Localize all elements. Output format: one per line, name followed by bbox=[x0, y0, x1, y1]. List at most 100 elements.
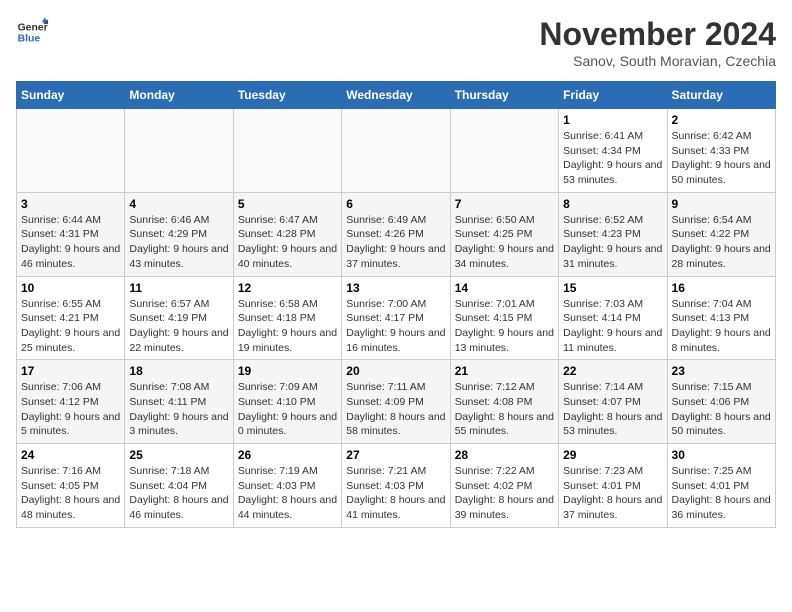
svg-text:General: General bbox=[18, 22, 48, 33]
day-header-sunday: Sunday bbox=[17, 82, 125, 109]
day-detail: Sunrise: 6:46 AMSunset: 4:29 PMDaylight:… bbox=[129, 213, 228, 272]
day-number: 27 bbox=[346, 448, 445, 462]
calendar-cell: 6 Sunrise: 6:49 AMSunset: 4:26 PMDaylight… bbox=[342, 192, 450, 276]
day-number: 15 bbox=[563, 281, 662, 295]
day-detail: Sunrise: 6:41 AMSunset: 4:34 PMDaylight:… bbox=[563, 129, 662, 188]
subtitle: Sanov, South Moravian, Czechia bbox=[539, 53, 776, 69]
day-number: 11 bbox=[129, 281, 228, 295]
day-detail: Sunrise: 6:57 AMSunset: 4:19 PMDaylight:… bbox=[129, 297, 228, 356]
day-detail: Sunrise: 7:15 AMSunset: 4:06 PMDaylight:… bbox=[672, 380, 771, 439]
calendar-cell: 5 Sunrise: 6:47 AMSunset: 4:28 PMDaylight… bbox=[233, 192, 341, 276]
logo: General Blue bbox=[16, 16, 48, 48]
day-number: 19 bbox=[238, 364, 337, 378]
page-header: General Blue November 2024 Sanov, South … bbox=[16, 16, 776, 69]
title-area: November 2024 Sanov, South Moravian, Cze… bbox=[539, 16, 776, 69]
day-number: 18 bbox=[129, 364, 228, 378]
day-number: 13 bbox=[346, 281, 445, 295]
day-detail: Sunrise: 7:25 AMSunset: 4:01 PMDaylight:… bbox=[672, 464, 771, 523]
day-number: 20 bbox=[346, 364, 445, 378]
day-number: 30 bbox=[672, 448, 771, 462]
month-title: November 2024 bbox=[539, 16, 776, 53]
day-number: 21 bbox=[455, 364, 554, 378]
calendar-week-5: 24 Sunrise: 7:16 AMSunset: 4:05 PMDayligh… bbox=[17, 444, 776, 528]
day-detail: Sunrise: 7:23 AMSunset: 4:01 PMDaylight:… bbox=[563, 464, 662, 523]
day-detail: Sunrise: 6:52 AMSunset: 4:23 PMDaylight:… bbox=[563, 213, 662, 272]
day-number: 3 bbox=[21, 197, 120, 211]
day-detail: Sunrise: 7:18 AMSunset: 4:04 PMDaylight:… bbox=[129, 464, 228, 523]
day-number: 25 bbox=[129, 448, 228, 462]
calendar-cell: 24 Sunrise: 7:16 AMSunset: 4:05 PMDayligh… bbox=[17, 444, 125, 528]
calendar-cell bbox=[342, 109, 450, 193]
day-number: 10 bbox=[21, 281, 120, 295]
day-number: 6 bbox=[346, 197, 445, 211]
calendar-week-4: 17Sunrise: 7:06 AMSunset: 4:12 PMDayligh… bbox=[17, 360, 776, 444]
day-detail: Sunrise: 7:04 AMSunset: 4:13 PMDaylight:… bbox=[672, 297, 771, 356]
day-detail: Sunrise: 7:09 AMSunset: 4:10 PMDaylight:… bbox=[238, 380, 337, 439]
calendar-cell: 18 Sunrise: 7:08 AMSunset: 4:11 PMDayligh… bbox=[125, 360, 233, 444]
calendar-week-3: 10 Sunrise: 6:55 AMSunset: 4:21 PMDayligh… bbox=[17, 276, 776, 360]
calendar-cell bbox=[450, 109, 558, 193]
day-number: 5 bbox=[238, 197, 337, 211]
day-header-tuesday: Tuesday bbox=[233, 82, 341, 109]
calendar-cell: 29 Sunrise: 7:23 AMSunset: 4:01 PMDayligh… bbox=[559, 444, 667, 528]
logo-icon: General Blue bbox=[16, 16, 48, 48]
day-detail: Sunrise: 7:00 AMSunset: 4:17 PMDaylight:… bbox=[346, 297, 445, 356]
day-detail: Sunrise: 7:22 AMSunset: 4:02 PMDaylight:… bbox=[455, 464, 554, 523]
day-detail: Sunrise: 6:47 AMSunset: 4:28 PMDaylight:… bbox=[238, 213, 337, 272]
calendar-cell: 9Sunrise: 6:54 AMSunset: 4:22 PMDaylight… bbox=[667, 192, 775, 276]
day-number: 7 bbox=[455, 197, 554, 211]
day-number: 29 bbox=[563, 448, 662, 462]
calendar-cell: 11 Sunrise: 6:57 AMSunset: 4:19 PMDayligh… bbox=[125, 276, 233, 360]
calendar-header-row: SundayMondayTuesdayWednesdayThursdayFrid… bbox=[17, 82, 776, 109]
day-detail: Sunrise: 6:55 AMSunset: 4:21 PMDaylight:… bbox=[21, 297, 120, 356]
day-detail: Sunrise: 7:16 AMSunset: 4:05 PMDaylight:… bbox=[21, 464, 120, 523]
calendar-cell: 12 Sunrise: 6:58 AMSunset: 4:18 PMDayligh… bbox=[233, 276, 341, 360]
day-number: 12 bbox=[238, 281, 337, 295]
day-number: 8 bbox=[563, 197, 662, 211]
calendar-cell: 25 Sunrise: 7:18 AMSunset: 4:04 PMDayligh… bbox=[125, 444, 233, 528]
day-detail: Sunrise: 7:08 AMSunset: 4:11 PMDaylight:… bbox=[129, 380, 228, 439]
day-header-thursday: Thursday bbox=[450, 82, 558, 109]
day-detail: Sunrise: 6:58 AMSunset: 4:18 PMDaylight:… bbox=[238, 297, 337, 356]
day-detail: Sunrise: 7:01 AMSunset: 4:15 PMDaylight:… bbox=[455, 297, 554, 356]
calendar-cell: 8 Sunrise: 6:52 AMSunset: 4:23 PMDaylight… bbox=[559, 192, 667, 276]
day-number: 22 bbox=[563, 364, 662, 378]
calendar-week-2: 3 Sunrise: 6:44 AMSunset: 4:31 PMDaylight… bbox=[17, 192, 776, 276]
day-number: 16 bbox=[672, 281, 771, 295]
calendar-cell: 10 Sunrise: 6:55 AMSunset: 4:21 PMDayligh… bbox=[17, 276, 125, 360]
day-number: 26 bbox=[238, 448, 337, 462]
calendar-cell: 2Sunrise: 6:42 AMSunset: 4:33 PMDaylight… bbox=[667, 109, 775, 193]
day-detail: Sunrise: 6:42 AMSunset: 4:33 PMDaylight:… bbox=[672, 129, 771, 188]
day-detail: Sunrise: 6:44 AMSunset: 4:31 PMDaylight:… bbox=[21, 213, 120, 272]
calendar-cell bbox=[125, 109, 233, 193]
day-number: 14 bbox=[455, 281, 554, 295]
calendar-cell: 17Sunrise: 7:06 AMSunset: 4:12 PMDayligh… bbox=[17, 360, 125, 444]
day-detail: Sunrise: 7:21 AMSunset: 4:03 PMDaylight:… bbox=[346, 464, 445, 523]
calendar: SundayMondayTuesdayWednesdayThursdayFrid… bbox=[16, 81, 776, 528]
calendar-cell: 4 Sunrise: 6:46 AMSunset: 4:29 PMDaylight… bbox=[125, 192, 233, 276]
calendar-cell bbox=[233, 109, 341, 193]
calendar-cell: 28Sunrise: 7:22 AMSunset: 4:02 PMDayligh… bbox=[450, 444, 558, 528]
calendar-cell: 22Sunrise: 7:14 AMSunset: 4:07 PMDayligh… bbox=[559, 360, 667, 444]
calendar-cell: 7Sunrise: 6:50 AMSunset: 4:25 PMDaylight… bbox=[450, 192, 558, 276]
calendar-cell: 14 Sunrise: 7:01 AMSunset: 4:15 PMDayligh… bbox=[450, 276, 558, 360]
day-header-monday: Monday bbox=[125, 82, 233, 109]
day-detail: Sunrise: 7:11 AMSunset: 4:09 PMDaylight:… bbox=[346, 380, 445, 439]
svg-text:Blue: Blue bbox=[18, 34, 41, 45]
day-detail: Sunrise: 7:12 AMSunset: 4:08 PMDaylight:… bbox=[455, 380, 554, 439]
day-number: 23 bbox=[672, 364, 771, 378]
calendar-week-1: 1 Sunrise: 6:41 AMSunset: 4:34 PMDaylight… bbox=[17, 109, 776, 193]
day-header-wednesday: Wednesday bbox=[342, 82, 450, 109]
day-number: 1 bbox=[563, 113, 662, 127]
calendar-cell: 19 Sunrise: 7:09 AMSunset: 4:10 PMDayligh… bbox=[233, 360, 341, 444]
calendar-cell: 3 Sunrise: 6:44 AMSunset: 4:31 PMDaylight… bbox=[17, 192, 125, 276]
day-number: 4 bbox=[129, 197, 228, 211]
day-detail: Sunrise: 6:49 AMSunset: 4:26 PMDaylight:… bbox=[346, 213, 445, 272]
day-header-friday: Friday bbox=[559, 82, 667, 109]
calendar-cell: 21 Sunrise: 7:12 AMSunset: 4:08 PMDayligh… bbox=[450, 360, 558, 444]
calendar-cell: 1 Sunrise: 6:41 AMSunset: 4:34 PMDaylight… bbox=[559, 109, 667, 193]
calendar-cell: 13 Sunrise: 7:00 AMSunset: 4:17 PMDayligh… bbox=[342, 276, 450, 360]
day-number: 17 bbox=[21, 364, 120, 378]
calendar-cell: 23 Sunrise: 7:15 AMSunset: 4:06 PMDayligh… bbox=[667, 360, 775, 444]
day-number: 24 bbox=[21, 448, 120, 462]
